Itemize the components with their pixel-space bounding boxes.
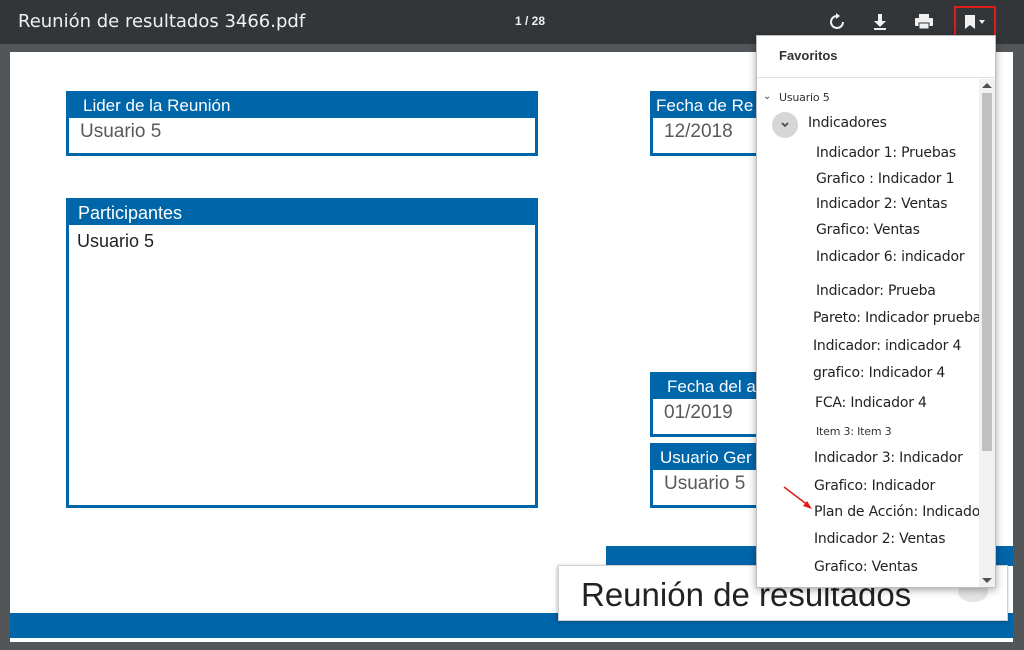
bookmark-item[interactable]: Grafico: Indicador <box>814 478 935 494</box>
bookmark-item[interactable]: Indicador 3: Indicador <box>814 450 963 466</box>
bookmarks-header: Favoritos <box>757 36 995 78</box>
leader-label: Lider de la Reunión <box>69 94 535 118</box>
download-button[interactable] <box>865 8 895 36</box>
bookmark-root[interactable]: Usuario 5 <box>779 91 830 104</box>
print-icon <box>915 14 933 30</box>
bookmark-group[interactable]: Indicadores <box>808 115 887 131</box>
bookmark-icon <box>965 14 985 29</box>
rotate-button[interactable] <box>822 8 852 36</box>
participants-label: Participantes <box>69 201 535 225</box>
chevron-down-icon <box>781 122 789 128</box>
rotate-icon <box>830 13 844 29</box>
bookmarks-panel: Favoritos ⌄ Usuario 5 Indicadores Indica… <box>756 35 996 588</box>
bookmarks-button[interactable] <box>954 6 996 37</box>
bookmark-item[interactable]: Indicador 2: Ventas <box>814 531 946 547</box>
bookmark-item[interactable]: Indicador 2: Ventas <box>816 196 948 212</box>
download-icon <box>874 14 886 30</box>
bookmark-item[interactable]: Indicador 1: Pruebas <box>816 145 956 161</box>
chevron-down-icon[interactable]: ⌄ <box>763 91 771 102</box>
bookmark-item[interactable]: Grafico : Indicador 1 <box>816 171 955 187</box>
bookmark-item[interactable]: Indicador: Prueba <box>816 283 936 299</box>
leader-value: Usuario 5 <box>80 121 162 142</box>
bookmark-item[interactable]: Indicador: indicador 4 <box>813 338 961 354</box>
bookmark-item[interactable]: Grafico: Ventas <box>814 559 918 575</box>
bookmark-item[interactable]: Grafico: Ventas <box>816 222 920 238</box>
bookmark-item[interactable]: Indicador 6: indicador <box>816 249 965 265</box>
group-toggle[interactable] <box>772 112 798 138</box>
scroll-up-icon[interactable] <box>982 83 992 88</box>
bookmark-item[interactable]: grafico: Indicador 4 <box>813 365 945 381</box>
page-counter: 1 / 28 <box>515 14 546 28</box>
scrollbar-thumb[interactable] <box>982 93 992 451</box>
bookmark-item[interactable]: FCA: Indicador 4 <box>815 395 927 411</box>
scroll-down-icon[interactable] <box>982 578 992 583</box>
bookmark-item[interactable]: Pareto: Indicador prueba <box>813 310 981 326</box>
document-title: Reunión de resultados 3466.pdf <box>18 11 306 32</box>
bookmark-item[interactable]: Plan de Acción: Indicador <box>814 504 986 520</box>
print-button[interactable] <box>909 8 939 36</box>
bookmarks-scrollbar[interactable] <box>979 79 995 587</box>
leader-box: Lider de la Reunión Usuario 5 <box>66 91 538 156</box>
bookmark-item[interactable]: Item 3: Item 3 <box>816 425 892 438</box>
participants-value: Usuario 5 <box>77 231 155 251</box>
participants-box: Participantes Usuario 5 <box>66 198 538 508</box>
bookmarks-header-title: Favoritos <box>779 48 838 63</box>
